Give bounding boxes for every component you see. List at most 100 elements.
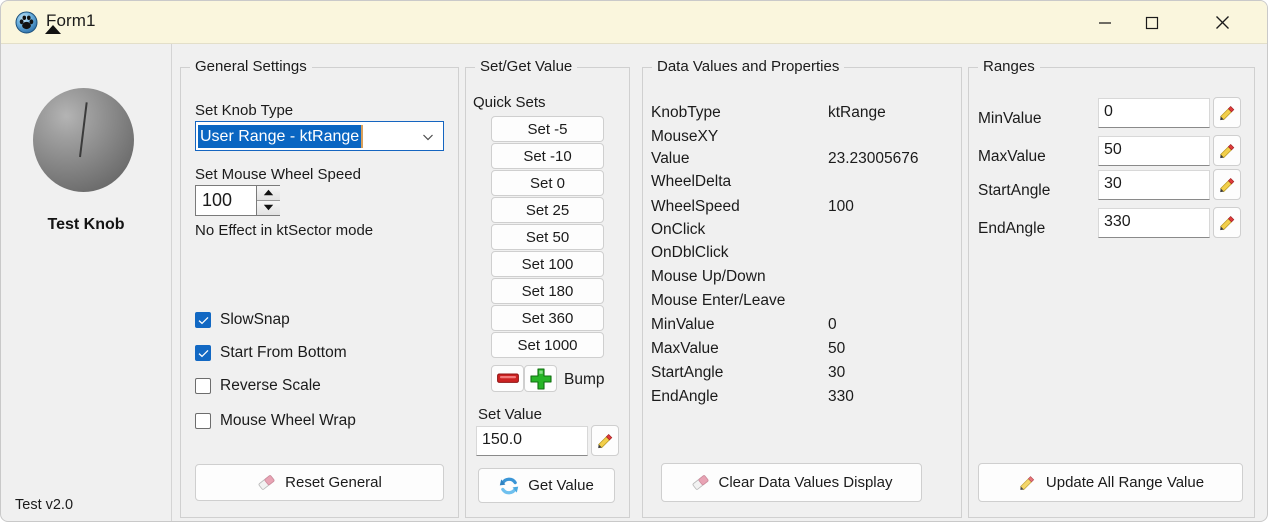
- knob-type-combobox[interactable]: User Range - ktRange: [195, 121, 444, 151]
- minimize-button[interactable]: [1082, 1, 1128, 44]
- pencil-icon: [1220, 143, 1235, 158]
- stepper-down-button[interactable]: [257, 200, 280, 215]
- knob-type-selected-value: User Range - ktRange: [198, 125, 364, 148]
- quick-set-button[interactable]: Set 100: [491, 251, 604, 277]
- quick-set-button[interactable]: Set 50: [491, 224, 604, 250]
- quick-sets-label: Quick Sets: [473, 94, 546, 111]
- quick-set-button[interactable]: Set 1000: [491, 332, 604, 358]
- data-row-value: 30: [828, 364, 846, 381]
- general-settings-title: General Settings: [190, 58, 312, 75]
- button-label: Clear Data Values Display: [718, 474, 893, 491]
- data-row-value: 50: [828, 340, 846, 357]
- data-row-value: 330: [828, 388, 854, 405]
- refresh-icon: [499, 476, 519, 496]
- triangle-down-icon: [263, 205, 274, 211]
- application-window: Form1 Test Knob Test v2.0 General Settin…: [0, 0, 1268, 522]
- check-icon: [198, 316, 208, 324]
- button-label: Update All Range Value: [1045, 474, 1205, 491]
- data-values-title: Data Values and Properties: [652, 58, 845, 75]
- reset-general-button[interactable]: Reset General: [195, 464, 444, 501]
- quick-set-button[interactable]: Set 360: [491, 305, 604, 331]
- ranges-group: Ranges: [968, 58, 1255, 518]
- checkbox-label: SlowSnap: [220, 311, 290, 328]
- checkbox-label: Mouse Wheel Wrap: [220, 412, 356, 429]
- checkbox-box: [195, 345, 211, 361]
- set-value-input[interactable]: 150.0: [476, 426, 588, 456]
- ranges-title: Ranges: [978, 58, 1040, 75]
- data-row-value: ktRange: [828, 104, 886, 121]
- range-edit-minvalue[interactable]: [1213, 97, 1241, 128]
- knob-pointer-icon: [79, 102, 88, 158]
- update-all-range-value-button[interactable]: Update All Range Value: [978, 463, 1243, 502]
- stepper-up-button[interactable]: [257, 186, 280, 201]
- panel-divider: [171, 44, 172, 521]
- title-bar: Form1: [1, 1, 1267, 44]
- quick-set-button[interactable]: Set 180: [491, 278, 604, 304]
- cursor-caret-icon: [45, 25, 61, 34]
- range-edit-maxvalue[interactable]: [1213, 135, 1241, 166]
- plus-green-icon: [529, 367, 552, 390]
- button-label: Reset General: [285, 474, 382, 491]
- version-label: Test v2.0: [15, 497, 74, 513]
- paw-app-icon: [15, 11, 38, 34]
- checkbox-slowsnap[interactable]: SlowSnap: [195, 311, 290, 329]
- clear-data-values-button[interactable]: Clear Data Values Display: [661, 463, 922, 502]
- range-input-minvalue[interactable]: 0: [1098, 98, 1210, 128]
- range-edit-endangle[interactable]: [1213, 207, 1241, 238]
- bump-minus-button[interactable]: [491, 365, 524, 392]
- check-icon: [198, 349, 208, 357]
- bump-plus-button[interactable]: [524, 365, 557, 392]
- range-input-endangle[interactable]: 330: [1098, 208, 1210, 238]
- range-edit-startangle[interactable]: [1213, 169, 1241, 200]
- data-row-key: WheelDelta: [651, 173, 732, 190]
- checkbox-box: [195, 378, 211, 394]
- quick-set-button[interactable]: Set 25: [491, 197, 604, 223]
- pencil-icon: [1220, 215, 1235, 230]
- quick-set-button[interactable]: Set -10: [491, 143, 604, 169]
- checkbox-mouse-wheel-wrap[interactable]: Mouse Wheel Wrap: [195, 412, 356, 430]
- get-value-button[interactable]: Get Value: [478, 468, 615, 503]
- range-input-startangle[interactable]: 30: [1098, 170, 1210, 200]
- data-row-key: OnClick: [651, 221, 706, 238]
- data-row-value: 0: [828, 316, 837, 333]
- set-get-value-title: Set/Get Value: [475, 58, 578, 75]
- range-value: 330: [1104, 213, 1131, 230]
- set-value-label: Set Value: [478, 406, 542, 423]
- data-row-value: 100: [828, 198, 854, 215]
- checkbox-reverse-scale[interactable]: Reverse Scale: [195, 377, 321, 395]
- checkbox-box: [195, 413, 211, 429]
- data-row-key: Mouse Up/Down: [651, 268, 766, 285]
- checkbox-box: [195, 312, 211, 328]
- close-button[interactable]: [1199, 1, 1245, 44]
- button-label: Get Value: [528, 477, 594, 494]
- rotary-knob[interactable]: [33, 88, 134, 192]
- pencil-icon: [1017, 473, 1037, 493]
- range-input-maxvalue[interactable]: 50: [1098, 136, 1210, 166]
- data-row-key: MouseXY: [651, 128, 719, 145]
- checkbox-label: Reverse Scale: [220, 377, 321, 394]
- stepper-buttons: [256, 186, 280, 215]
- minus-red-icon: [496, 373, 519, 383]
- minimize-icon: [1099, 21, 1111, 24]
- data-row-key: MinValue: [651, 316, 715, 333]
- wheel-speed-value: 100: [202, 190, 233, 210]
- range-label-minvalue: MinValue: [978, 110, 1042, 127]
- knob-type-label: Set Knob Type: [195, 102, 294, 119]
- range-label-maxvalue: MaxValue: [978, 148, 1046, 165]
- checkbox-label: Start From Bottom: [220, 344, 347, 361]
- eraser-icon: [691, 474, 710, 491]
- data-row-key: EndAngle: [651, 388, 719, 405]
- checkbox-start-from-bottom[interactable]: Start From Bottom: [195, 344, 347, 362]
- set-value-edit-button[interactable]: [591, 425, 619, 456]
- data-row-key: MaxValue: [651, 340, 719, 357]
- pencil-icon: [1220, 105, 1235, 120]
- maximize-button[interactable]: [1129, 1, 1175, 44]
- wheel-speed-stepper[interactable]: 100: [195, 185, 280, 216]
- chevron-down-icon: [422, 131, 434, 143]
- pencil-icon: [1220, 177, 1235, 192]
- data-row-key: OnDblClick: [651, 244, 729, 261]
- bump-label: Bump: [564, 371, 605, 388]
- quick-set-button[interactable]: Set -5: [491, 116, 604, 142]
- quick-set-button[interactable]: Set 0: [491, 170, 604, 196]
- data-row-key: Mouse Enter/Leave: [651, 292, 786, 309]
